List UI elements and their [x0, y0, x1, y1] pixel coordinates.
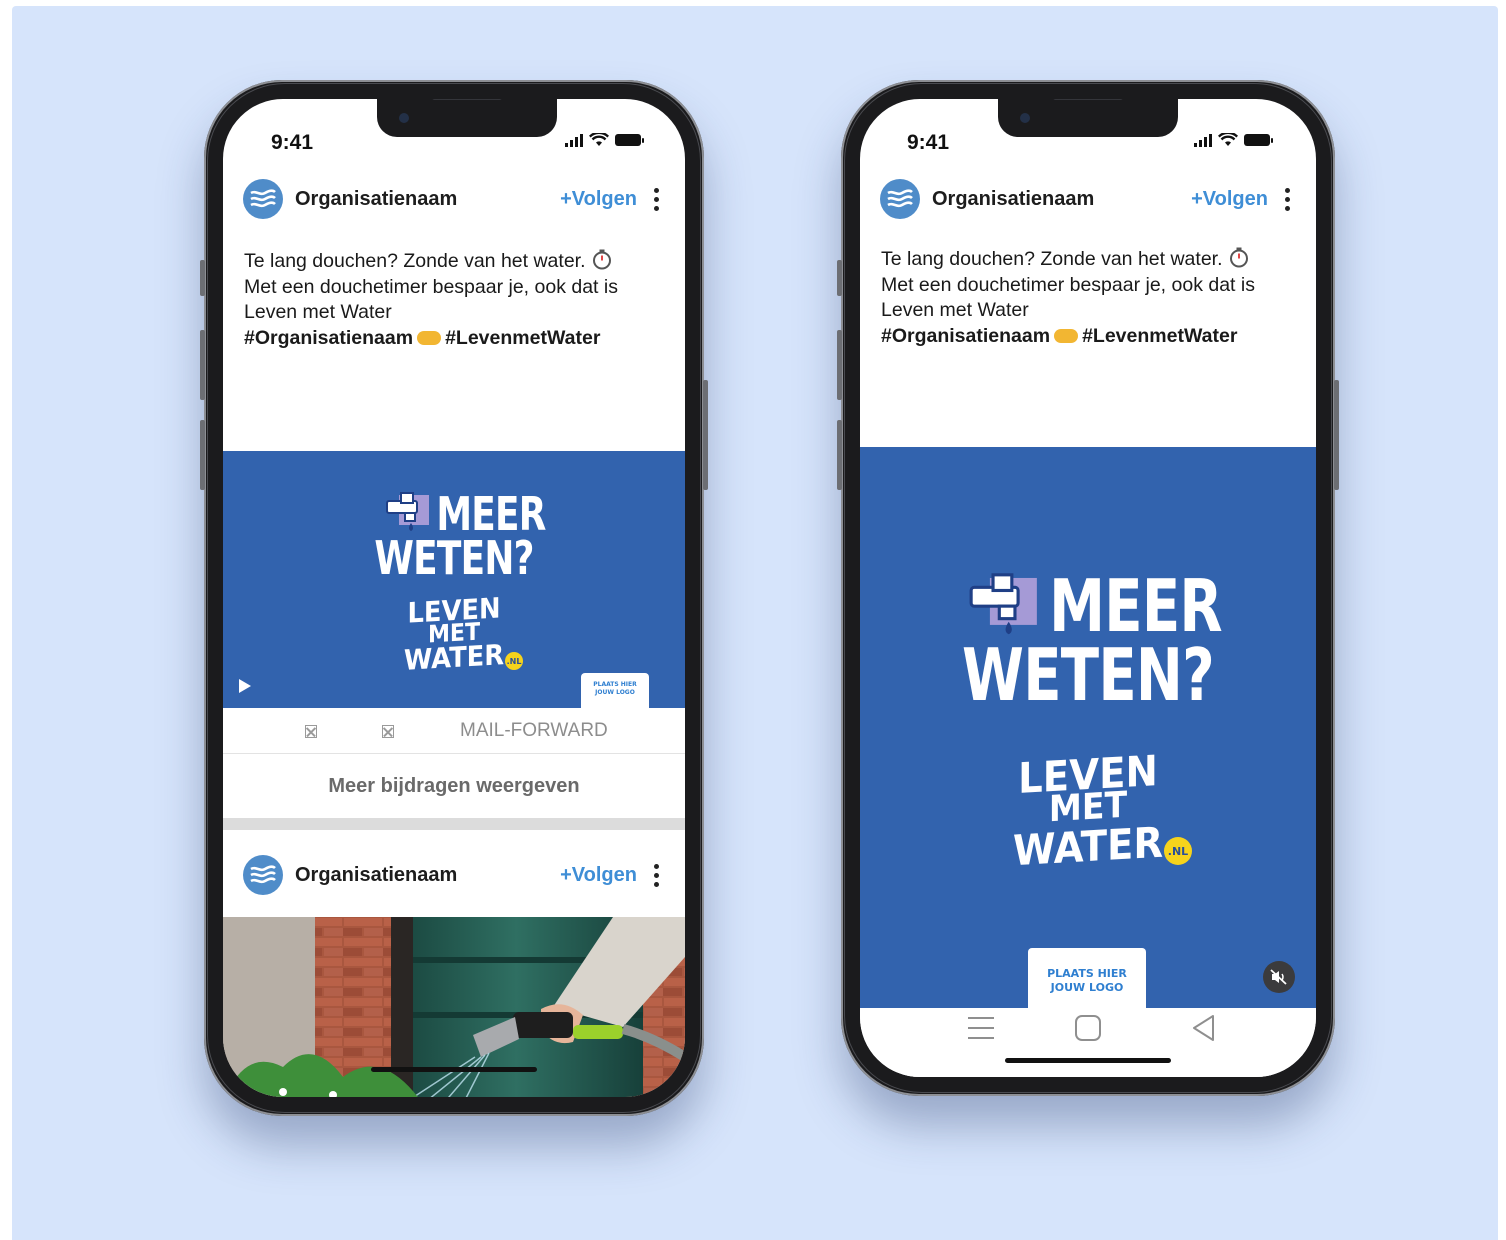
post-text: Te lang douchen? Zonde van het water. Me… — [244, 248, 661, 351]
phone-right: 9:41 Organisatienaam +Volgen Te lang dou… — [837, 80, 1339, 1096]
follow-button[interactable]: +Volgen — [560, 188, 637, 211]
home-indicator[interactable] — [1005, 1058, 1171, 1063]
organisation-name[interactable]: Organisatienaam — [295, 864, 457, 887]
video-banner[interactable]: MEER WETEN? LEVEN MET WATER .NL PLAATS H… — [223, 451, 685, 708]
phone-left: 9:41 Organisatienaam +Volgen Te lang dou… — [200, 80, 708, 1116]
play-icon[interactable] — [239, 679, 251, 693]
logo-placeholder: PLAATS HIER JOUW LOGO — [581, 673, 649, 708]
hashtag-organisation[interactable]: #Organisatienaam — [244, 327, 413, 349]
post-header: Organisatienaam +Volgen — [860, 177, 1316, 221]
hashtag-organisation[interactable]: #Organisatienaam — [881, 325, 1050, 347]
logo-placeholder: PLAATS HIER JOUW LOGO — [1028, 948, 1146, 1012]
post-text-line1: Te lang douchen? Zonde van het water. — [244, 250, 586, 272]
hashtag-leven-met-water[interactable]: #LevenmetWater — [1082, 325, 1237, 347]
organisation-logo-icon[interactable] — [880, 179, 920, 219]
handshake-icon — [1054, 328, 1079, 343]
menu-icon[interactable] — [966, 1013, 996, 1043]
handshake-icon — [417, 330, 442, 345]
screen-left: 9:41 Organisatienaam +Volgen Te lang dou… — [223, 99, 685, 1097]
kebab-icon[interactable] — [653, 863, 659, 887]
timer-icon — [1229, 247, 1248, 268]
organisation-logo-icon[interactable] — [243, 179, 283, 219]
organisation-name[interactable]: Organisatienaam — [932, 188, 1094, 211]
banner-weten: WETEN? — [962, 633, 1215, 717]
post-text-line2: Met een douchetimer bespaar je, ook dat … — [244, 275, 618, 298]
wifi-icon — [1218, 133, 1238, 146]
back-icon[interactable] — [1190, 1013, 1216, 1043]
notch — [377, 99, 557, 137]
follow-button[interactable]: +Volgen — [560, 864, 637, 887]
status-time: 9:41 — [271, 131, 314, 154]
action-placeholder-icon[interactable] — [382, 725, 394, 738]
organisation-logo-icon[interactable] — [243, 855, 283, 895]
battery-icon — [615, 134, 644, 146]
kebab-icon[interactable] — [653, 187, 659, 211]
post-text-line3: Leven met Water — [881, 299, 1029, 321]
mockup-background: 9:41 Organisatienaam +Volgen Te lang dou… — [12, 6, 1498, 1240]
more-posts-button[interactable]: Meer bijdragen weergeven — [223, 755, 685, 817]
organisation-name[interactable]: Organisatienaam — [295, 188, 457, 211]
banner-nl-badge: .NL — [1164, 837, 1192, 865]
follow-button[interactable]: +Volgen — [1191, 188, 1268, 211]
home-indicator[interactable] — [371, 1067, 537, 1072]
screen-right: 9:41 Organisatienaam +Volgen Te lang dou… — [860, 99, 1316, 1077]
wifi-icon — [589, 133, 609, 146]
feed-separator — [223, 818, 685, 830]
signal-icon — [565, 133, 583, 147]
logo-placeholder-line2: JOUW LOGO — [1050, 981, 1124, 994]
post-header: Organisatienaam +Volgen — [223, 853, 685, 897]
mail-forward-button[interactable]: MAIL-FORWARD — [460, 720, 608, 742]
status-time: 9:41 — [907, 131, 950, 154]
action-placeholder-icon[interactable] — [305, 725, 317, 738]
post-text-line1: Te lang douchen? Zonde van het water. — [881, 248, 1223, 270]
system-nav-bar — [860, 1008, 1316, 1077]
home-icon[interactable] — [1074, 1014, 1102, 1042]
status-icons — [1194, 133, 1273, 147]
post-header: Organisatienaam +Volgen — [223, 177, 685, 221]
status-icons — [565, 133, 644, 147]
logo-placeholder-line2: JOUW LOGO — [595, 689, 635, 696]
hashtag-leven-met-water[interactable]: #LevenmetWater — [445, 327, 600, 349]
notch — [998, 99, 1178, 137]
kebab-icon[interactable] — [1284, 187, 1290, 211]
logo-placeholder-line1: PLAATS HIER — [1047, 967, 1127, 980]
battery-icon — [1244, 134, 1273, 146]
timer-icon — [592, 249, 611, 270]
banner-weten: WETEN? — [374, 531, 534, 585]
signal-icon — [1194, 133, 1212, 147]
action-bar: MAIL-FORWARD — [223, 709, 685, 754]
mute-icon[interactable] — [1263, 961, 1295, 993]
banner-nl-badge: .NL — [505, 652, 523, 670]
logo-placeholder-line1: PLAATS HIER — [593, 681, 637, 688]
post-text: Te lang douchen? Zonde van het water. Me… — [881, 246, 1292, 349]
post-text-line2: Met een douchetimer bespaar je, ook dat … — [881, 273, 1255, 296]
video-banner[interactable]: MEER WETEN? LEVEN MET WATER .NL PLAATS H… — [860, 447, 1316, 1012]
post-text-line3: Leven met Water — [244, 301, 392, 323]
